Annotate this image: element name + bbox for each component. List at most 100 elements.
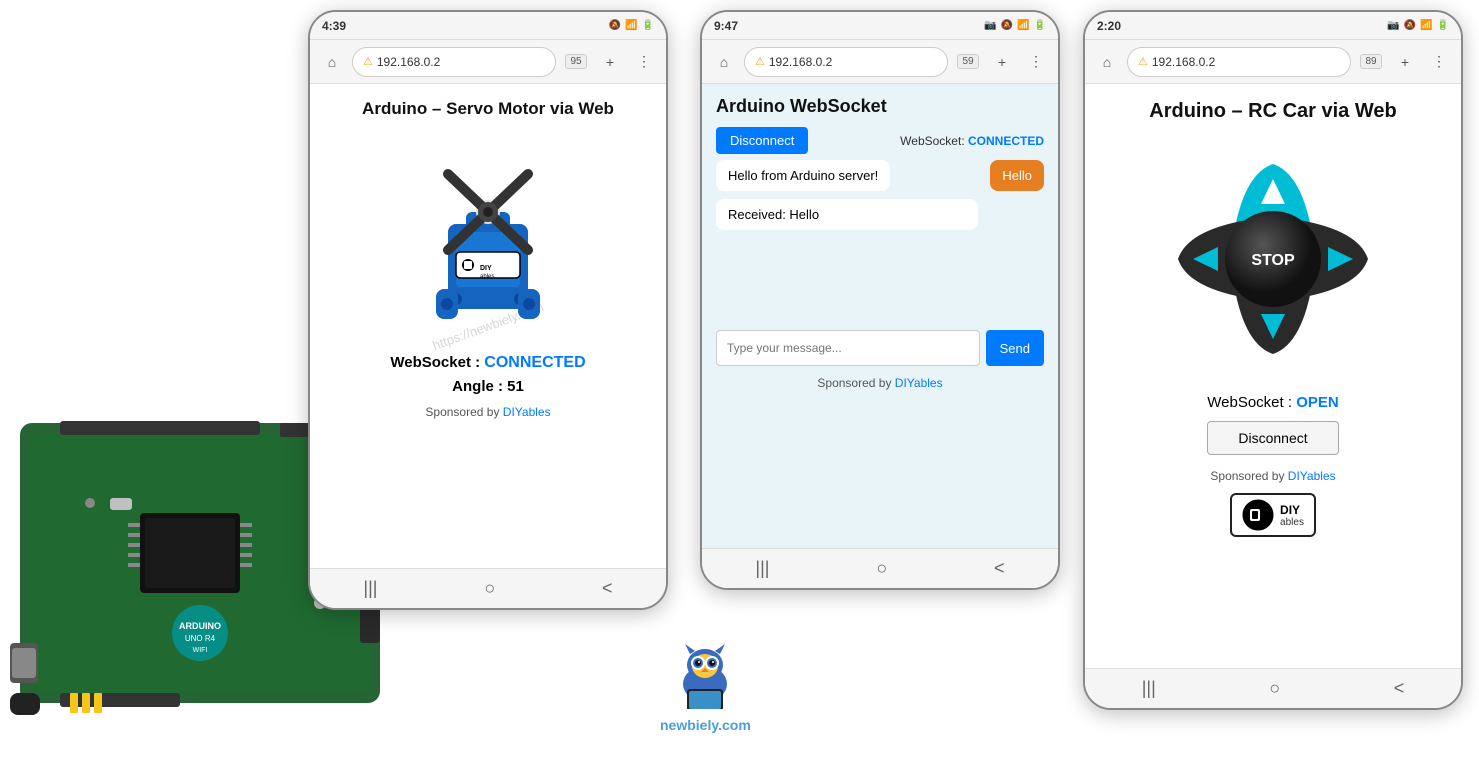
phone2-status-bar: 9:47 📷 🔕 📶 🔋 [702, 12, 1058, 40]
phone3-home-btn[interactable]: ⌂ [1093, 48, 1121, 76]
phone2-tab-count: 59 [957, 54, 978, 69]
phone2-address-bar: ⌂ ⚠ 192.168.0.2 59 + ⋮ [702, 40, 1058, 84]
phone1-battery: 🔋 [642, 20, 654, 31]
phone2-home-nav-btn[interactable]: ○ [876, 558, 887, 579]
phone2-recent-btn[interactable]: < [994, 558, 1005, 579]
phone2-new-tab-btn[interactable]: + [988, 48, 1016, 76]
phone1-address-input[interactable]: ⚠ 192.168.0.2 [352, 47, 556, 77]
phone3-ws-status: WebSocket : OPEN [1105, 394, 1441, 411]
phone3-menu-btn[interactable]: ⋮ [1425, 48, 1453, 76]
phone3-status-icons: 📷 🔕 📶 🔋 [1387, 20, 1449, 31]
phone3-ws-open: OPEN [1296, 394, 1339, 411]
phone2-message1: Hello from Arduino server! [716, 160, 890, 191]
phone1-angle: Angle : 51 [326, 378, 650, 395]
phone3-time: 2:20 [1097, 19, 1121, 33]
phone2-title: Arduino WebSocket [716, 96, 1044, 117]
phone3-recent-btn[interactable]: < [1394, 678, 1405, 699]
phone3-bottom-nav: ||| ○ < [1085, 668, 1461, 708]
phone3-title: Arduino – RC Car via Web [1105, 98, 1441, 124]
phone1-menu-btn[interactable]: ⋮ [630, 48, 658, 76]
phone3-icon1: 📷 [1387, 20, 1399, 31]
phone3-status-bar: 2:20 📷 🔕 📶 🔋 [1085, 12, 1461, 40]
phone1-ws-label: WebSocket : [390, 354, 484, 371]
phone1-icon2: 📶 [625, 20, 637, 31]
svg-text:ables: ables [480, 274, 494, 280]
diyables-logo-area: DIY ables [1105, 493, 1441, 537]
phone2-bottom-nav: ||| ○ < [702, 548, 1058, 588]
phone2-diyables-link[interactable]: DIYables [895, 376, 943, 390]
phone1-ws-status: WebSocket : CONNECTED [326, 354, 650, 372]
phone1-frame: 4:39 🔕 📶 🔋 ⌂ ⚠ 192.168.0.2 95 + ⋮ https:… [308, 10, 668, 610]
phone3-disconnect-btn[interactable]: Disconnect [1207, 421, 1338, 455]
phone3-tab-count: 89 [1360, 54, 1381, 69]
svg-text:DIY: DIY [480, 265, 492, 272]
phone1-icon1: 🔕 [609, 20, 621, 31]
svg-text:STOP: STOP [1251, 252, 1295, 269]
phone1-status-icons: 🔕 📶 🔋 [609, 20, 654, 31]
phone2-address-input[interactable]: ⚠ 192.168.0.2 [744, 47, 948, 77]
phone1-back-btn[interactable]: ||| [363, 578, 377, 599]
phone3-icon3: 📶 [1420, 20, 1432, 31]
phone3-diyables-link[interactable]: DIYables [1288, 469, 1336, 483]
newbiely-section: newbiely.com [660, 639, 751, 733]
phone1-recent-btn[interactable]: < [602, 578, 613, 599]
phone3-home-nav-btn[interactable]: ○ [1269, 678, 1280, 699]
phone3-page-content: Arduino – RC Car via Web [1085, 84, 1461, 668]
phone2-icon1: 📷 [984, 20, 996, 31]
phone2-chat-area: Hello from Arduino server! Hello Receive… [716, 160, 1044, 320]
phone2-address-text: 192.168.0.2 [769, 55, 832, 69]
newbiely-url: newbiely.com [660, 717, 751, 733]
phone3-icon2: 🔕 [1404, 20, 1416, 31]
phone1-bottom-nav: ||| ○ < [310, 568, 666, 608]
phone1-diyables-link[interactable]: DIYables [503, 405, 551, 419]
diyables-badge: DIY ables [1230, 493, 1316, 537]
phone2-sponsored: Sponsored by DIYables [716, 376, 1044, 390]
phone1-time: 4:39 [322, 19, 346, 33]
phone2-back-btn[interactable]: ||| [755, 558, 769, 579]
phone3-address-input[interactable]: ⚠ 192.168.0.2 [1127, 47, 1351, 77]
phone1-title: Arduino – Servo Motor via Web [326, 98, 650, 120]
phone3-sponsored: Sponsored by DIYables [1105, 469, 1441, 483]
phone1-home-btn[interactable]: ⌂ [318, 48, 346, 76]
phone3-address-text: 192.168.0.2 [1152, 55, 1215, 69]
phone2-message-input-row: Send [716, 330, 1044, 366]
phone2-ws-status-row: WebSocket: CONNECTED [900, 134, 1044, 148]
phone2-message2: Hello [990, 160, 1044, 191]
phone2-home-btn[interactable]: ⌂ [710, 48, 738, 76]
phone1-warning-icon: ⚠ [363, 55, 373, 68]
svg-text:ARDUINO: ARDUINO [179, 621, 221, 631]
phone2-received-msg: Received: Hello [716, 199, 978, 230]
phone3-battery: 🔋 [1437, 20, 1449, 31]
phone1-new-tab-btn[interactable]: + [596, 48, 624, 76]
phone2-disconnect-btn[interactable]: Disconnect [716, 127, 808, 154]
phone2-battery: 🔋 [1034, 20, 1046, 31]
dpad-container: STOP [1105, 144, 1441, 374]
phone3-new-tab-btn[interactable]: + [1391, 48, 1419, 76]
phone3-tab-btn[interactable]: 89 [1357, 48, 1385, 76]
phone2-warning-icon: ⚠ [755, 55, 765, 68]
phone1-home-nav-btn[interactable]: ○ [484, 578, 495, 599]
phone1-tab-count: 95 [565, 54, 586, 69]
servo-image: DIY ables [326, 134, 650, 334]
phone2-ws-connected: CONNECTED [968, 134, 1044, 148]
phone2-page-content: Arduino WebSocket Disconnect WebSocket: … [702, 84, 1058, 548]
phone3-back-btn[interactable]: ||| [1142, 678, 1156, 699]
phone3-warning-icon: ⚠ [1138, 55, 1148, 68]
diyables-logo-text: DIY ables [1280, 503, 1304, 528]
phone1-status-bar: 4:39 🔕 📶 🔋 [310, 12, 666, 40]
svg-text:UNO R4: UNO R4 [185, 634, 216, 643]
phone1-address-text: 192.168.0.2 [377, 55, 440, 69]
phone1-page-content: https://newbiely.com Arduino – Servo Mot… [310, 84, 666, 568]
phone2-message-input[interactable] [716, 330, 980, 366]
phone1-ws-connected: CONNECTED [484, 354, 585, 371]
phone1-sponsored: Sponsored by DIYables [326, 405, 650, 419]
svg-text:WIFI: WIFI [193, 647, 208, 654]
phone1-tab-btn[interactable]: 95 [562, 48, 590, 76]
phone2-send-btn[interactable]: Send [986, 330, 1044, 366]
phone2-status-icons: 📷 🔕 📶 🔋 [984, 20, 1046, 31]
phone3-address-bar: ⌂ ⚠ 192.168.0.2 89 + ⋮ [1085, 40, 1461, 84]
phone2-menu-btn[interactable]: ⋮ [1022, 48, 1050, 76]
phone2-tab-btn[interactable]: 59 [954, 48, 982, 76]
owl-logo [665, 639, 745, 709]
phone2-time: 9:47 [714, 19, 738, 33]
